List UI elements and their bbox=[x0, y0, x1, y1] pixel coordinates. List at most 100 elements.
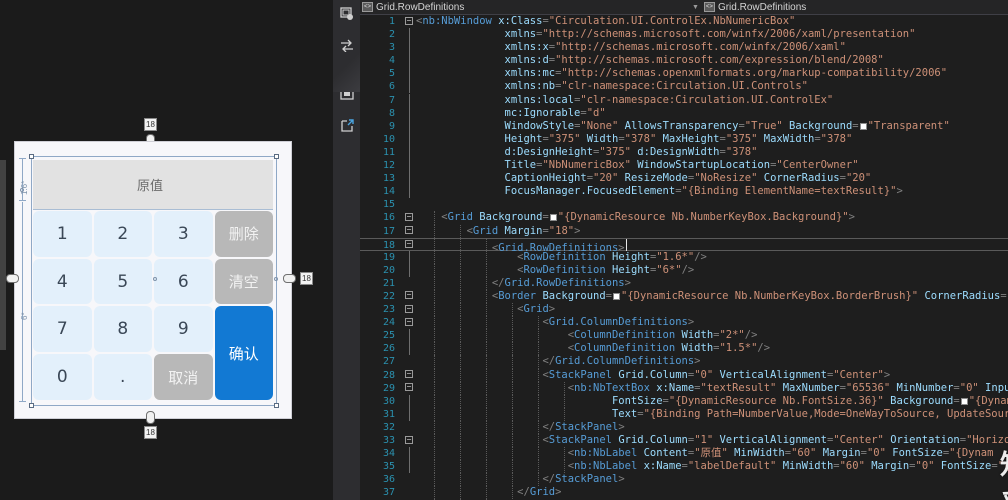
code-line[interactable]: 12 Title="NbNumericBox" WindowStartupLoc… bbox=[360, 159, 1008, 173]
editor-navigation-bar[interactable]: <> Grid.RowDefinitions ▼ <> Grid.RowDefi… bbox=[360, 0, 1008, 15]
color-swatch-icon[interactable] bbox=[859, 122, 867, 130]
code-line[interactable]: 35 <nb:NbLabel x:Name="labelDefault" Min… bbox=[360, 460, 1008, 474]
code-line[interactable]: 29− <nb:NbTextBox x:Name="textResult" Ma… bbox=[360, 381, 1008, 395]
code-line[interactable]: 37 </Grid> bbox=[360, 486, 1008, 500]
code-line[interactable]: 17− <Grid Margin="18"> bbox=[360, 224, 1008, 238]
code-line[interactable]: 4 xmlns:d="http://schemas.microsoft.com/… bbox=[360, 54, 1008, 68]
design-window-surface[interactable]: 原值 1 2 3 删除 4 5 6 清空 7 8 9 确认 0. 取消 1.6* 6* bbox=[14, 141, 292, 419]
resize-handle-bottom-right[interactable] bbox=[274, 403, 279, 408]
fold-collapse-icon[interactable]: − bbox=[402, 225, 416, 238]
code-line[interactable]: 1− <nb:NbWindow x:Class="Circulation.UI.C… bbox=[360, 15, 1008, 28]
keypad-key[interactable]: 4 bbox=[33, 258, 92, 305]
fold-collapse-icon[interactable]: − bbox=[402, 211, 416, 224]
code-line[interactable]: 28− <StackPanel Grid.Column="0" Vertical… bbox=[360, 368, 1008, 382]
nav-dropdown-left[interactable]: <> Grid.RowDefinitions bbox=[360, 0, 690, 15]
text-caret bbox=[625, 238, 627, 251]
code-line[interactable]: 24− <Grid.ColumnDefinitions> bbox=[360, 316, 1008, 330]
keypad-key[interactable]: 1 bbox=[33, 210, 92, 257]
code-line[interactable]: 36 </StackPanel> bbox=[360, 473, 1008, 487]
keypad-key[interactable]: 7 bbox=[33, 306, 92, 353]
code-line[interactable]: 16− <Grid Background= "{DynamicResource N… bbox=[360, 211, 1008, 225]
code-line[interactable]: 3 xmlns:x="http://schemas.microsoft.com/… bbox=[360, 41, 1008, 55]
nav-dropdown-right[interactable]: ▼ <> Grid.RowDefinitions bbox=[690, 0, 812, 15]
fold-collapse-icon[interactable]: − bbox=[402, 239, 416, 250]
row-ruler-grip-1[interactable] bbox=[20, 188, 24, 192]
designer-tool-strip[interactable] bbox=[333, 0, 360, 500]
code-token: d:DesignWidth bbox=[637, 145, 720, 158]
code-line[interactable]: 32 </StackPanel> bbox=[360, 420, 1008, 434]
keypad-key[interactable]: 确认 bbox=[214, 306, 273, 400]
open-external-icon[interactable] bbox=[338, 117, 356, 135]
keypad-key[interactable]: 3 bbox=[154, 210, 213, 257]
fold-collapse-icon[interactable]: − bbox=[402, 316, 416, 329]
numeric-keypad[interactable]: 1 2 3 删除 4 5 6 清空 7 8 9 确认 0. 取消 bbox=[33, 210, 273, 400]
line-number: 27 bbox=[382, 356, 395, 368]
code-line[interactable]: 2 xmlns="http://schemas.microsoft.com/wi… bbox=[360, 28, 1008, 42]
code-line[interactable]: 8 mc:Ignorable="d" bbox=[360, 106, 1008, 120]
code-token: FontSize bbox=[611, 394, 663, 407]
code-line[interactable]: 22− <Border Background= "{DynamicResource… bbox=[360, 289, 1008, 304]
designer-scrollbar-thumb[interactable] bbox=[0, 160, 6, 350]
color-swatch-icon[interactable] bbox=[960, 397, 968, 405]
fold-collapse-icon[interactable]: − bbox=[402, 382, 416, 395]
fold-collapse-icon[interactable]: − bbox=[402, 303, 416, 316]
code-line[interactable]: 18− <Grid.RowDefinitions> bbox=[360, 237, 1008, 254]
code-line[interactable]: 21 </Grid.RowDefinitions> bbox=[360, 276, 1008, 290]
keypad-key[interactable]: 5 bbox=[93, 258, 152, 305]
keypad-key[interactable]: 删除 bbox=[214, 210, 273, 257]
designer-pointer-icon[interactable] bbox=[338, 5, 356, 23]
resize-handle-top-left[interactable] bbox=[29, 154, 34, 159]
resize-handle-top-right[interactable] bbox=[274, 154, 279, 159]
keypad-key[interactable]: 清空 bbox=[214, 258, 273, 305]
fold-collapse-icon[interactable]: − bbox=[402, 369, 416, 382]
design-surface-pane[interactable]: 18 原值 1 2 3 删除 4 5 6 清空 7 8 9 确认 0. 取消 1.6* 6* bbox=[0, 0, 333, 500]
code-line[interactable]: 13 CaptionHeight="20" ResizeMode="NoResi… bbox=[360, 172, 1008, 186]
code-line[interactable]: 14 FocusManager.FocusedElement="{Binding… bbox=[360, 185, 1008, 199]
code-line[interactable]: 19 <RowDefinition Height="1.6*"/> bbox=[360, 250, 1008, 264]
code-line[interactable]: 33− <StackPanel Grid.Column="1" Vertical… bbox=[360, 434, 1008, 448]
keypad-key[interactable]: 0 bbox=[33, 354, 92, 400]
code-line[interactable]: 23− <Grid> bbox=[360, 303, 1008, 317]
code-line[interactable]: 6 xmlns:nb="clr-namespace:Circulation.UI… bbox=[360, 80, 1008, 94]
code-line-text: WindowStyle="None" AllowsTransparency="T… bbox=[416, 120, 1008, 133]
code-line[interactable]: 20 <RowDefinition Height="6*"/> bbox=[360, 263, 1008, 277]
margin-anchor-left-icon[interactable] bbox=[6, 274, 19, 283]
keypad-key[interactable]: 6 bbox=[154, 258, 213, 305]
zoom-fit-icon[interactable] bbox=[338, 85, 356, 103]
code-line[interactable]: 15 bbox=[360, 198, 1008, 211]
color-swatch-icon[interactable] bbox=[549, 214, 557, 222]
code-line[interactable]: 5 xmlns:mc="http://schemas.openxmlformat… bbox=[360, 67, 1008, 81]
row-ruler-grip-right[interactable] bbox=[274, 277, 278, 281]
keypad-key[interactable]: 8 bbox=[93, 306, 152, 353]
xaml-code-editor-pane[interactable]: <> Grid.RowDefinitions ▼ <> Grid.RowDefi… bbox=[360, 0, 1008, 500]
keypad-key[interactable]: 9 bbox=[154, 306, 213, 353]
resize-handle-bottom-left[interactable] bbox=[29, 403, 34, 408]
code-line[interactable]: 25 <ColumnDefinition Width="2*"/> bbox=[360, 329, 1008, 343]
keypad-key[interactable]: 2 bbox=[93, 210, 152, 257]
code-line[interactable]: 11 d:DesignHeight="375" d:DesignWidth="3… bbox=[360, 145, 1008, 159]
margin-anchor-bottom-icon[interactable] bbox=[146, 411, 155, 424]
margin-anchor-right-icon[interactable] bbox=[283, 274, 296, 283]
code-line[interactable]: 31 Text="{Binding Path=NumberValue,Mode=… bbox=[360, 407, 1008, 421]
code-line[interactable]: 27 </Grid.ColumnDefinitions> bbox=[360, 355, 1008, 369]
code-line[interactable]: 10 Height="375" Width="378" MaxHeight="3… bbox=[360, 132, 1008, 146]
color-swatch-icon[interactable] bbox=[613, 292, 620, 300]
code-text-area[interactable]: 1− <nb:NbWindow x:Class="Circulation.UI.C… bbox=[360, 15, 1008, 500]
code-line-text: <Grid> bbox=[416, 303, 1008, 317]
code-line[interactable]: 7 xmlns:local="clr-namespace:Circulation… bbox=[360, 93, 1008, 107]
fold-collapse-icon[interactable]: − bbox=[402, 434, 416, 447]
code-token: "1" bbox=[694, 434, 714, 446]
swap-layout-icon[interactable] bbox=[338, 37, 356, 55]
code-line-text: <StackPanel Grid.Column="0" VerticalAlig… bbox=[416, 368, 1008, 382]
code-line[interactable]: 26 <ColumnDefinition Width="1.5*"/> bbox=[360, 342, 1008, 356]
designer-vertical-scrollbar[interactable] bbox=[0, 0, 6, 500]
fold-collapse-icon[interactable]: − bbox=[402, 290, 416, 303]
column-grip-center[interactable] bbox=[153, 277, 157, 281]
code-token: /> bbox=[757, 342, 771, 355]
keypad-key[interactable]: 取消 bbox=[154, 354, 213, 400]
code-line[interactable]: 9 WindowStyle="None" AllowsTransparency=… bbox=[360, 119, 1008, 133]
keypad-key[interactable]: . bbox=[93, 354, 152, 400]
fold-collapse-icon[interactable]: − bbox=[402, 15, 416, 28]
code-line[interactable]: 34 <nb:NbLabel Content="原值" MinWidth="60… bbox=[360, 447, 1008, 461]
code-line[interactable]: 30 FontSize = "{DynamicResource Nb.FontSiz… bbox=[360, 394, 1008, 408]
